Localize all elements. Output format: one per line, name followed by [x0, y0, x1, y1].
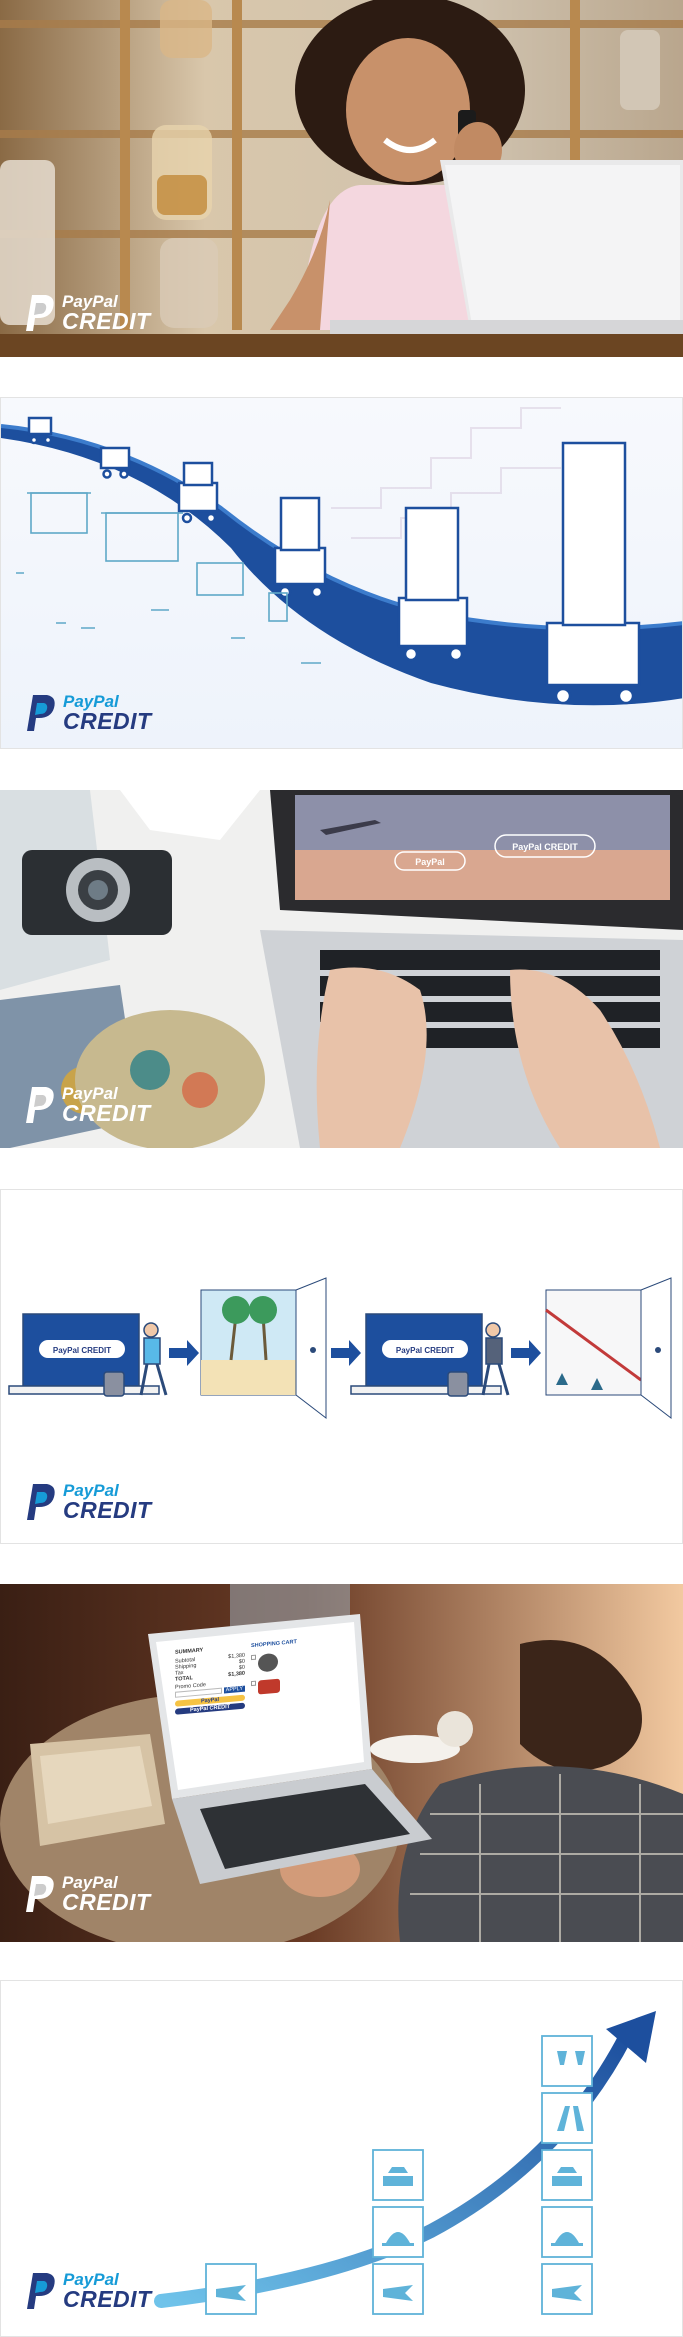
paypal-p-icon — [23, 1482, 57, 1522]
cart-item-brake — [251, 1646, 353, 1675]
logo-credit-text: CREDIT — [62, 308, 151, 334]
paypal-p-icon — [22, 293, 56, 333]
svg-text:PayPal CREDIT: PayPal CREDIT — [512, 842, 578, 852]
svg-text:PayPal CREDIT: PayPal CREDIT — [53, 1346, 111, 1355]
paypal-credit-logo: PayPal CREDIT — [23, 2271, 152, 2311]
paypal-p-icon — [23, 693, 57, 733]
logo-credit-text: CREDIT — [63, 708, 152, 734]
paypal-credit-logo: PayPal CREDIT — [22, 1874, 151, 1914]
paypal-p-icon — [22, 1874, 56, 1914]
photo-travel-laptop: PayPal PayPal CREDIT PayPal CREDIT — [0, 790, 683, 1148]
svg-text:PayPal CREDIT: PayPal CREDIT — [396, 1346, 454, 1355]
svg-text:PayPal: PayPal — [415, 857, 445, 867]
apply-button[interactable]: APPLY — [223, 1685, 245, 1694]
photo-man-shopping-cart: SUMMARY Subtotal $1,380 Shipping $0 Tax $0 … — [0, 1584, 683, 1942]
illustration-travel-doors: PayPal CREDIT PayPal CREDIT PayPal CREDI… — [0, 1189, 683, 1544]
shopping-cart-screen: SUMMARY Subtotal $1,380 Shipping $0 Tax $0 … — [175, 1634, 353, 1790]
logo-credit-text: CREDIT — [63, 2286, 152, 2312]
laptop-credit-button-1: PayPal CREDIT — [39, 1340, 125, 1358]
paypal-credit-logo: PayPal CREDIT — [23, 693, 152, 733]
paypal-credit-logo: PayPal CREDIT — [22, 293, 151, 333]
logo-credit-text: CREDIT — [62, 1889, 151, 1915]
paypal-credit-logo: PayPal CREDIT — [22, 1085, 151, 1125]
paypal-p-icon — [23, 2271, 57, 2311]
logo-credit-text: CREDIT — [63, 1497, 152, 1523]
logo-credit-text: CREDIT — [62, 1100, 151, 1126]
paypal-p-icon — [22, 1085, 56, 1125]
cart-item-caliper — [251, 1672, 353, 1701]
illustration-growth-arrow: PayPal CREDIT — [0, 1980, 683, 2337]
paypal-credit-logo: PayPal CREDIT — [23, 1482, 152, 1522]
illustration-carts-wave: PayPal CREDIT — [0, 397, 683, 749]
laptop-credit-button-2: PayPal CREDIT — [382, 1340, 468, 1358]
hero-photo-woman-laptop: PayPal CREDIT — [0, 0, 683, 357]
